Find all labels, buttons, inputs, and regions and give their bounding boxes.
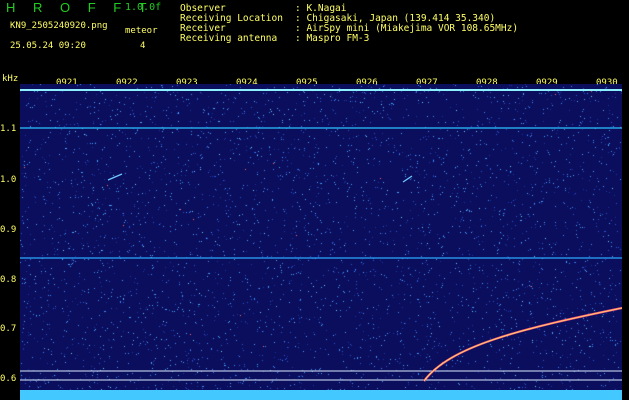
- y-tick-label: 0.6: [0, 374, 17, 384]
- mode-label: meteor: [125, 26, 158, 36]
- y-tick-label: 0.9: [0, 225, 17, 235]
- y-tick-label: 0.7: [0, 324, 17, 334]
- event-count: 4: [140, 41, 146, 51]
- meteor-echo-curve: [423, 306, 622, 382]
- date-time: 25.05.24 09:20: [10, 41, 86, 51]
- meteor-echo: [107, 173, 123, 181]
- y-axis-unit: kHz: [2, 74, 19, 84]
- station-info: Observer : K.Nagai Receiving Location : …: [180, 4, 518, 44]
- info-row-antenna: Receiving antenna : Maspro FM-3: [180, 34, 518, 44]
- y-tick-label: 1.0: [0, 175, 17, 185]
- y-tick-label: 0.8: [0, 275, 17, 285]
- y-tick-label: 1.1: [0, 124, 17, 134]
- noise-floor: [20, 390, 622, 400]
- info-label: Receiving antenna: [180, 33, 278, 44]
- app-version: 1.0.0f: [125, 2, 162, 13]
- info-value: : Maspro FM-3: [295, 33, 370, 44]
- spectrogram-plot: [20, 84, 622, 400]
- spectrogram-overlay: [20, 89, 622, 400]
- file-name: KN9_2505240920.png: [10, 21, 108, 31]
- meteor-echo: [402, 175, 413, 183]
- meteor-echo-core: [423, 307, 622, 382]
